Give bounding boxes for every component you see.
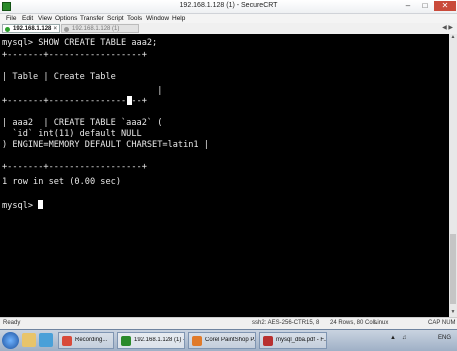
terminal-line: | Table | Create Table bbox=[2, 72, 116, 82]
terminal-line: `id` int(11) default NULL bbox=[2, 129, 142, 139]
status-terminal-size: 24 Rows, 80 Cols bbox=[330, 320, 378, 326]
recording-icon bbox=[62, 336, 72, 346]
taskbar-item-pdf[interactable]: mysql_dba.pdf - F... bbox=[259, 332, 327, 349]
title-bar: 192.168.1.128 (1) - SecureCRT – □ ✕ bbox=[0, 0, 457, 14]
tab-label: 192.168.1.128 bbox=[13, 26, 52, 32]
explorer-icon[interactable] bbox=[22, 333, 36, 347]
maximize-button[interactable]: □ bbox=[417, 1, 433, 11]
status-ready: Ready bbox=[3, 320, 21, 326]
minimize-button[interactable]: – bbox=[400, 1, 416, 11]
text-cursor-marker bbox=[127, 96, 132, 105]
scrollbar-thumb[interactable] bbox=[450, 234, 456, 304]
securecrt-icon bbox=[121, 336, 131, 346]
terminal-line: +-------+------------------+ bbox=[2, 96, 147, 106]
taskbar-item-paintshop[interactable]: Corel PaintShop P... bbox=[188, 332, 256, 349]
tray-language[interactable]: ENG bbox=[438, 335, 451, 341]
pdf-icon bbox=[263, 336, 273, 346]
tab-label: 192.168.1.128 (1) bbox=[72, 26, 120, 32]
status-os: Linux bbox=[374, 320, 389, 326]
terminal-line: ) ENGINE=MEMORY DEFAULT CHARSET=latin1 | bbox=[2, 140, 209, 150]
status-cursor-position: 15, 8 bbox=[306, 320, 320, 326]
menu-view[interactable]: View bbox=[38, 15, 52, 22]
terminal-area[interactable]: mysql> SHOW CREATE TABLE aaa2; +-------+… bbox=[0, 34, 449, 317]
menu-file[interactable]: File bbox=[6, 15, 16, 22]
menu-edit[interactable]: Edit bbox=[22, 15, 33, 22]
start-button[interactable] bbox=[2, 332, 19, 349]
window-title: 192.168.1.128 (1) - SecureCRT bbox=[179, 2, 278, 9]
tab-scroll-arrows-icon[interactable]: ◀ ▶ bbox=[442, 24, 453, 31]
terminal-line: | aaa2 | CREATE TABLE `aaa2` ( bbox=[2, 118, 163, 128]
terminal-line: | bbox=[2, 86, 163, 96]
menu-script[interactable]: Script bbox=[107, 15, 124, 22]
terminal-line: mysql> SHOW CREATE TABLE aaa2; bbox=[2, 38, 158, 48]
status-caps-num: CAP NUM bbox=[428, 320, 456, 326]
menu-tools[interactable]: Tools bbox=[127, 15, 142, 22]
disconnected-status-icon bbox=[64, 27, 69, 32]
close-button[interactable]: ✕ bbox=[434, 1, 456, 11]
connected-status-icon bbox=[5, 27, 10, 32]
terminal-scrollbar[interactable]: ▲ ▼ bbox=[449, 34, 457, 317]
terminal-cursor bbox=[38, 200, 44, 209]
windows-taskbar: Recording... 192.168.1.128 (1) - S... Co… bbox=[0, 329, 457, 351]
app-quicklaunch-icon[interactable] bbox=[39, 333, 53, 347]
scroll-up-icon[interactable]: ▲ bbox=[449, 34, 457, 42]
menu-help[interactable]: Help bbox=[172, 15, 185, 22]
terminal-prompt-line: mysql> bbox=[2, 200, 44, 211]
tray-volume-icon[interactable]: ♫ bbox=[402, 335, 407, 341]
menu-window[interactable]: Window bbox=[146, 15, 169, 22]
taskbar-item-recording[interactable]: Recording... bbox=[58, 332, 114, 349]
tab-session-2[interactable]: 192.168.1.128 (1) bbox=[61, 24, 139, 33]
menu-options[interactable]: Options bbox=[55, 15, 77, 22]
menu-bar: File Edit View Options Transfer Script T… bbox=[0, 14, 457, 23]
taskbar-item-securecrt[interactable]: 192.168.1.128 (1) - S... bbox=[117, 332, 185, 349]
scroll-down-icon[interactable]: ▼ bbox=[449, 309, 457, 317]
menu-transfer[interactable]: Transfer bbox=[80, 15, 104, 22]
close-tab-icon[interactable]: × bbox=[53, 25, 57, 34]
tray-network-icon[interactable]: ▲ bbox=[390, 335, 396, 341]
mysql-prompt: mysql> bbox=[2, 201, 39, 211]
tab-session-1[interactable]: 192.168.1.128 × bbox=[2, 24, 60, 33]
terminal-line: 1 row in set (0.00 sec) bbox=[2, 177, 121, 187]
terminal-line: +-------+------------------+ bbox=[2, 50, 147, 60]
status-cipher: ssh2: AES-256-CTR bbox=[252, 320, 307, 326]
terminal-line: +-------+------------------+ bbox=[2, 162, 147, 172]
paintshop-icon bbox=[192, 336, 202, 346]
